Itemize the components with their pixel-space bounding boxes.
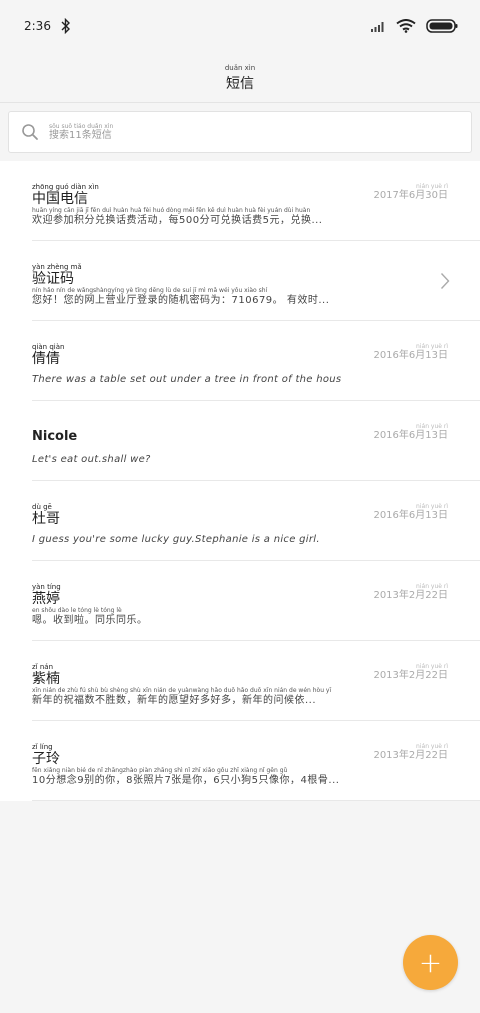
message-row[interactable]: yàn tíng 燕婷 nián yuè rì 2013年2月22日 en sh… xyxy=(0,561,480,641)
message-preview-text: Let's eat out.shall we? xyxy=(32,454,151,465)
contact-name-text: 燕婷 xyxy=(32,591,60,607)
add-icon: + xyxy=(418,945,443,979)
contact-name-text: 杜哥 xyxy=(32,511,60,527)
message-date-pinyin: nián yuè rì xyxy=(416,583,448,590)
message-preview-pinyin: huān yíng cān jiā jī fēn duì huàn huà fè… xyxy=(32,207,311,214)
search-placeholder-text: 搜索11条短信 xyxy=(49,129,112,141)
message-preview-text: 10分想念9别的你，8张照片7张是你，6只小狗5只像你，4根骨... xyxy=(32,775,340,786)
contact-name-pinyin: zǐ líng xyxy=(32,743,53,751)
contact-name: zǐ nán 紫楠 xyxy=(32,663,60,687)
contact-name: dù gē 杜哥 xyxy=(32,503,60,527)
message-preview-text: 嗯。收到啦。同乐同乐。 xyxy=(32,615,148,626)
message-date-text: 2016年6月13日 xyxy=(373,350,448,361)
search-input[interactable]: sōu suǒ tiáo duǎn xìn 搜索11条短信 xyxy=(8,111,472,153)
page-title: 短信 xyxy=(226,76,254,92)
message-date-text: 2013年2月22日 xyxy=(373,590,448,601)
message-preview-text: I guess you're some lucky guy.Stephanie … xyxy=(32,534,320,545)
message-date-text: 2016年6月13日 xyxy=(373,430,448,441)
message-date: nián yuè rì 2013年2月22日 xyxy=(373,743,448,762)
message-date-text: 2016年6月13日 xyxy=(373,510,448,521)
message-preview: xīn nián de zhù fú shù bù shèng shù xīn … xyxy=(32,687,402,707)
page-header: duǎn xìn 短信 xyxy=(0,52,480,102)
contact-name: zǐ líng 子玲 xyxy=(32,743,60,767)
contact-name-pinyin: zhōng guó diàn xìn xyxy=(32,183,99,191)
message-date-pinyin: nián yuè rì xyxy=(416,503,448,510)
message-date: nián yuè rì 2013年2月22日 xyxy=(373,663,448,682)
contact-name-pinyin: dù gē xyxy=(32,503,52,511)
battery-icon xyxy=(426,19,458,33)
contact-name: Nicole xyxy=(32,429,77,445)
message-date-text: 2017年6月30日 xyxy=(373,190,448,201)
message-preview-text: There was a table set out under a tree i… xyxy=(32,374,342,385)
message-row[interactable]: zhōng guó diàn xìn 中国电信 nián yuè rì 2017… xyxy=(0,161,480,241)
message-date-pinyin: nián yuè rì xyxy=(416,423,448,430)
message-list: zhōng guó diàn xìn 中国电信 nián yuè rì 2017… xyxy=(0,161,480,801)
new-message-button[interactable]: + xyxy=(403,935,458,990)
message-date-text: 2013年2月22日 xyxy=(373,670,448,681)
message-preview-pinyin: en shōu dào le tóng lè tóng lè xyxy=(32,607,122,614)
message-preview-text: 您好！您的网上营业厅登录的随机密码为：710679。 有效时... xyxy=(32,295,330,306)
message-row[interactable]: zǐ nán 紫楠 nián yuè rì 2013年2月22日 xīn niá… xyxy=(0,641,480,721)
message-preview: Let's eat out.shall we? xyxy=(32,453,402,466)
contact-name-pinyin: yàn tíng xyxy=(32,583,61,591)
contact-name-pinyin: zǐ nán xyxy=(32,663,54,671)
message-preview: fēn xiǎng niàn bié de nǐ zhāngzhào piàn … xyxy=(32,767,402,787)
signal-icon xyxy=(371,22,384,32)
contact-name: zhōng guó diàn xìn 中国电信 xyxy=(32,183,99,207)
bluetooth-icon xyxy=(61,18,70,34)
message-preview: en shōu dào le tóng lè tóng lè 嗯。收到啦。同乐同… xyxy=(32,607,402,627)
wifi-icon xyxy=(396,19,416,33)
message-preview: nín hǎo nín de wǎngshàngyíng yè tīng dēn… xyxy=(32,287,402,307)
message-preview: huān yíng cān jiā jī fēn duì huàn huà fè… xyxy=(32,207,402,227)
contact-name: yàn zhèng mǎ 验证码 xyxy=(32,263,82,287)
message-date: nián yuè rì 2016年6月13日 xyxy=(373,343,448,362)
message-date: nián yuè rì 2013年2月22日 xyxy=(373,583,448,602)
contact-name-text: 验证码 xyxy=(32,271,74,287)
search-area: sōu suǒ tiáo duǎn xìn 搜索11条短信 xyxy=(0,102,480,161)
message-row[interactable]: qiàn qiàn 倩倩 nián yuè rì 2016年6月13日 Ther… xyxy=(0,321,480,401)
message-preview-pinyin: xīn nián de zhù fú shù bù shèng shù xīn … xyxy=(32,687,332,694)
message-preview-pinyin: fēn xiǎng niàn bié de nǐ zhāngzhào piàn … xyxy=(32,767,288,774)
chevron-right-icon[interactable] xyxy=(440,272,450,290)
status-bar: 2:36 xyxy=(0,0,480,52)
message-date: nián yuè rì 2016年6月13日 xyxy=(373,503,448,522)
message-date: nián yuè rì 2016年6月13日 xyxy=(373,423,448,442)
contact-name-text: 倩倩 xyxy=(32,351,60,367)
contact-name-pinyin: yàn zhèng mǎ xyxy=(32,263,82,271)
contact-name-text: Nicole xyxy=(32,429,78,444)
page-title-pinyin: duǎn xìn xyxy=(224,64,256,72)
message-date-pinyin: nián yuè rì xyxy=(416,183,448,190)
contact-name-text: 子玲 xyxy=(32,751,60,767)
message-row[interactable]: yàn zhèng mǎ 验证码 nín hǎo nín de wǎngshàn… xyxy=(0,241,480,321)
contact-name: yàn tíng 燕婷 xyxy=(32,583,61,607)
search-placeholder-pinyin: sōu suǒ tiáo duǎn xìn xyxy=(49,122,114,130)
message-preview-text: 欢迎参加积分兑换话费活动，每500分可兑换话费5元，兑换... xyxy=(32,215,323,226)
message-date: nián yuè rì 2017年6月30日 xyxy=(373,183,448,202)
contact-name: qiàn qiàn 倩倩 xyxy=(32,343,64,367)
search-placeholder: sōu suǒ tiáo duǎn xìn 搜索11条短信 xyxy=(49,123,113,142)
message-date-pinyin: nián yuè rì xyxy=(416,663,448,670)
message-row[interactable]: dù gē 杜哥 nián yuè rì 2016年6月13日 I guess … xyxy=(0,481,480,561)
message-row[interactable]: Nicole nián yuè rì 2016年6月13日 Let's eat … xyxy=(0,401,480,481)
contact-name-text: 紫楠 xyxy=(32,671,60,687)
message-date-pinyin: nián yuè rì xyxy=(416,343,448,350)
message-date-pinyin: nián yuè rì xyxy=(416,743,448,750)
search-icon xyxy=(22,124,38,140)
message-preview-pinyin: nín hǎo nín de wǎngshàngyíng yè tīng dēn… xyxy=(32,287,268,294)
contact-name-text: 中国电信 xyxy=(32,191,88,207)
status-time: 2:36 xyxy=(24,19,51,33)
message-preview-text: 新年的祝福数不胜数，新年的愿望好多好多，新年的问候依... xyxy=(32,695,317,706)
message-preview: There was a table set out under a tree i… xyxy=(32,373,402,386)
message-row[interactable]: zǐ líng 子玲 nián yuè rì 2013年2月22日 fēn xi… xyxy=(0,721,480,801)
message-date-text: 2013年2月22日 xyxy=(373,750,448,761)
message-preview: I guess you're some lucky guy.Stephanie … xyxy=(32,533,402,546)
contact-name-pinyin: qiàn qiàn xyxy=(32,343,65,351)
